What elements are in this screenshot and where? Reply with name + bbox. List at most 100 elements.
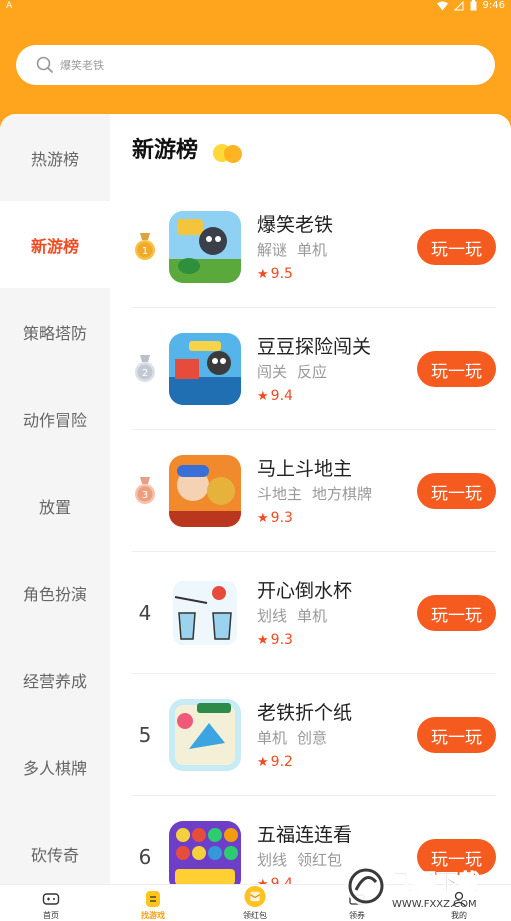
game-tag: 地方棋牌 [312,485,373,503]
bronze-medal-icon: 3 [135,477,155,504]
svg-text:WWW.FXXZ.COM: WWW.FXXZ.COM [392,899,477,910]
game-tag: 单机 [297,241,328,259]
game-name: 老铁折个纸 [257,702,353,724]
play-button[interactable]: 玩一玩 [417,229,496,265]
star-icon: ★ [257,388,269,404]
search-bar[interactable]: 爆笑老铁 [16,45,495,85]
game-name: 豆豆探险闯关 [257,336,372,358]
game-rating: ★ 9.3 [257,632,293,648]
tab-find-game[interactable]: 找游戏 [102,885,204,921]
battery-icon [470,0,477,11]
game-doudou-icon [169,333,241,405]
play-button[interactable]: 玩一玩 [417,595,496,631]
game-row[interactable]: 5 老铁折个纸 单机 创意 ★ 9.2 玩一玩 [132,674,496,796]
rating-value: 9.2 [270,754,293,770]
game-rating: ★ 9.2 [257,754,293,770]
game-rating: ★ 9.4 [257,388,293,404]
sidebar-item-simulation[interactable]: 经营养成 [0,636,110,723]
sidebar-item-legend[interactable]: 砍传奇 [0,810,110,884]
sidebar-item-hot[interactable]: 热游榜 [0,114,110,201]
star-icon: ★ [257,876,269,885]
rank-number: 6 [138,845,152,869]
search-icon [36,56,54,74]
sidebar-item-action[interactable]: 动作冒险 [0,375,110,462]
signal-icon [453,0,464,10]
rank-badge: 2 [132,354,158,384]
sidebar-item-label: 新游榜 [30,236,79,256]
tab-label: 找游戏 [141,911,165,920]
gamepad-icon [42,893,60,905]
game-row[interactable]: 3 马上斗地主 斗地主 地方棋牌 ★ 9.3 玩一玩 [132,430,496,552]
sidebar-item-label: 多人棋牌 [22,758,87,778]
game-tag: 解谜 [257,241,288,259]
svg-text:3: 3 [142,490,148,501]
sidebar-item-rpg[interactable]: 角色扮演 [0,549,110,636]
svg-text:飞翔下载: 飞翔下载 [392,870,480,896]
game-rating: ★ 9.3 [257,510,293,526]
sidebar-item-new[interactable]: 新游榜 [0,201,110,288]
game-baoxiao-icon [169,211,241,283]
game-tags: 闯关 反应 [257,361,327,382]
sidebar-item-label: 砍传奇 [30,845,79,865]
content-card: 热游榜 新游榜 策略塔防 动作冒险 放置 角色扮演 经营养成 多人棋牌 砍传奇 … [0,114,511,884]
sidebar-item-label: 动作冒险 [22,410,87,430]
sidebar-item-label: 热游榜 [30,149,79,169]
game-tag: 创意 [297,729,328,747]
wifi-icon [436,1,448,10]
game-row[interactable]: 1 爆笑老铁 解谜 单机 ★ 9.5 玩一玩 [132,186,496,308]
game-name: 马上斗地主 [257,458,353,480]
sidebar-item-label: 策略塔防 [22,323,87,343]
status-time: 9:46 [482,0,505,11]
sidebar-item-idle[interactable]: 放置 [0,462,110,549]
sidebar-item-board[interactable]: 多人棋牌 [0,723,110,810]
sidebar-item-label: 经营养成 [22,671,87,691]
game-tags: 单机 创意 [257,727,327,748]
sidebar-item-label: 角色扮演 [22,584,87,604]
game-tag: 斗地主 [257,485,303,503]
tab-label: 领红包 [243,911,267,920]
tab-home[interactable]: 首页 [0,885,102,921]
star-icon: ★ [257,510,269,526]
rating-value: 9.3 [270,510,293,526]
watermark-logo: 飞翔下载 WWW.FXXZ.COM [346,866,480,910]
rank-badge: 3 [132,476,158,506]
red-packet-icon [244,885,266,908]
tab-label: 首页 [43,911,59,920]
game-name: 五福连连看 [257,824,353,846]
title-decoration-icon [213,144,242,163]
play-button[interactable]: 玩一玩 [417,473,496,509]
svg-text:1: 1 [142,246,148,257]
game-tag: 领红包 [297,851,343,869]
game-tags: 斗地主 地方棋牌 [257,483,372,504]
game-shuibei-icon [169,577,241,649]
game-name: 开心倒水杯 [257,580,353,602]
find-game-icon [146,891,160,907]
star-icon: ★ [257,754,269,770]
game-rating: ★ 9.4 [257,876,293,884]
silver-medal-icon: 2 [135,355,155,382]
star-icon: ★ [257,632,269,648]
svg-text:2: 2 [142,368,148,379]
gold-medal-icon: 1 [135,233,155,260]
tab-red-packet[interactable]: 领红包 [204,885,306,921]
game-doudizhu-icon [169,455,241,527]
play-button[interactable]: 玩一玩 [417,717,496,753]
status-app-indicator: A [6,1,13,11]
game-row[interactable]: 2 豆豆探险闯关 闯关 反应 ★ 9.4 玩一玩 [132,308,496,430]
game-tag: 反应 [297,363,328,381]
game-name: 爆笑老铁 [257,214,334,236]
sidebar-item-strategy[interactable]: 策略塔防 [0,288,110,375]
play-button[interactable]: 玩一玩 [417,351,496,387]
game-list-panel: 新游榜 1 爆笑老铁 解谜 单机 ★ 9.5 玩一玩 2 豆豆探险闯关 闯关 反… [110,114,511,884]
game-tag: 单机 [257,729,288,747]
game-tags: 划线 领红包 [257,849,342,870]
rating-value: 9.4 [270,876,293,884]
game-row[interactable]: 4 开心倒水杯 划线 单机 ★ 9.3 玩一玩 [132,552,496,674]
rank-number: 4 [138,601,152,625]
rank-number: 5 [138,723,152,747]
game-lianliankan-icon [169,821,241,884]
game-rating: ★ 9.5 [257,266,293,282]
rating-value: 9.5 [270,266,293,282]
rating-value: 9.3 [270,632,293,648]
star-icon: ★ [257,266,269,282]
